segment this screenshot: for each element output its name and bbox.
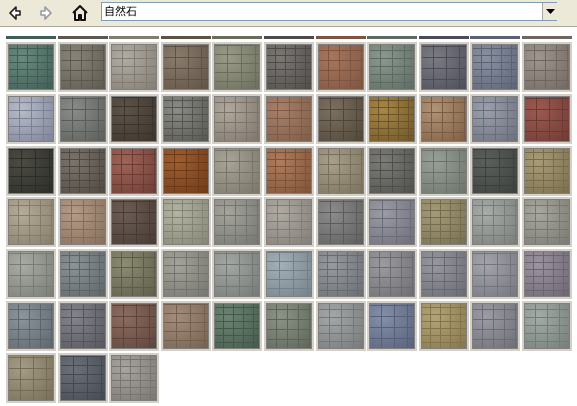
texture-thumbnail[interactable] xyxy=(367,301,417,351)
texture-thumbnail-partial[interactable] xyxy=(367,36,417,39)
texture-thumbnail[interactable] xyxy=(470,42,520,92)
texture-thumbnail[interactable] xyxy=(161,197,211,247)
texture-thumbnail-partial[interactable] xyxy=(58,36,108,39)
texture-thumbnail[interactable] xyxy=(6,301,56,351)
texture-thumbnail[interactable] xyxy=(6,197,56,247)
texture-thumbnail[interactable] xyxy=(58,42,108,92)
texture-thumbnail-partial[interactable] xyxy=(264,36,314,39)
texture-thumbnail[interactable] xyxy=(367,42,417,92)
texture-thumbnail[interactable] xyxy=(264,42,314,92)
texture-thumbnail[interactable] xyxy=(212,146,262,196)
texture-thumbnail[interactable] xyxy=(58,197,108,247)
texture-thumbnail[interactable] xyxy=(470,301,520,351)
texture-thumbnail[interactable] xyxy=(6,249,56,299)
texture-thumbnail[interactable] xyxy=(419,249,469,299)
texture-thumbnail[interactable] xyxy=(109,301,159,351)
texture-thumbnail[interactable] xyxy=(6,146,56,196)
texture-thumbnail[interactable] xyxy=(161,301,211,351)
texture-thumbnail[interactable] xyxy=(316,42,366,92)
texture-thumbnail[interactable] xyxy=(109,353,159,403)
texture-thumbnail[interactable] xyxy=(522,249,572,299)
browser-toolbar: 自然石 xyxy=(0,0,577,27)
texture-thumbnail[interactable] xyxy=(522,197,572,247)
texture-thumbnail[interactable] xyxy=(109,249,159,299)
texture-thumbnail[interactable] xyxy=(522,146,572,196)
texture-thumbnail[interactable] xyxy=(367,146,417,196)
back-button[interactable] xyxy=(3,2,25,24)
home-button[interactable] xyxy=(69,2,91,24)
texture-thumbnail[interactable] xyxy=(419,42,469,92)
texture-thumbnail[interactable] xyxy=(470,94,520,144)
texture-thumbnail[interactable] xyxy=(212,249,262,299)
texture-thumbnail[interactable] xyxy=(316,301,366,351)
texture-thumbnail[interactable] xyxy=(419,197,469,247)
texture-thumbnail[interactable] xyxy=(161,249,211,299)
texture-thumbnail[interactable] xyxy=(367,94,417,144)
texture-thumbnail[interactable] xyxy=(58,249,108,299)
forward-button[interactable] xyxy=(36,2,58,24)
texture-thumbnail[interactable] xyxy=(109,197,159,247)
texture-thumbnail[interactable] xyxy=(316,197,366,247)
texture-thumbnail[interactable] xyxy=(161,42,211,92)
chevron-down-icon xyxy=(545,8,555,14)
texture-thumbnail-partial[interactable] xyxy=(109,36,159,39)
texture-thumbnail[interactable] xyxy=(522,42,572,92)
address-field[interactable]: 自然石 xyxy=(101,2,557,21)
texture-thumbnail-partial[interactable] xyxy=(316,36,366,39)
texture-thumbnail-partial[interactable] xyxy=(161,36,211,39)
texture-thumbnail[interactable] xyxy=(6,42,56,92)
texture-thumbnail[interactable] xyxy=(367,249,417,299)
texture-thumbnail[interactable] xyxy=(419,94,469,144)
back-arrow-icon xyxy=(9,6,21,20)
texture-thumbnail[interactable] xyxy=(109,94,159,144)
texture-thumbnail[interactable] xyxy=(58,94,108,144)
texture-thumbnail[interactable] xyxy=(522,94,572,144)
texture-thumbnail[interactable] xyxy=(6,353,56,403)
texture-thumbnail[interactable] xyxy=(212,197,262,247)
texture-thumbnail[interactable] xyxy=(470,197,520,247)
texture-thumbnail[interactable] xyxy=(161,94,211,144)
texture-thumbnail[interactable] xyxy=(316,146,366,196)
texture-gallery xyxy=(0,36,577,406)
texture-thumbnail[interactable] xyxy=(316,94,366,144)
texture-thumbnail[interactable] xyxy=(316,249,366,299)
address-dropdown-button[interactable] xyxy=(542,3,557,20)
texture-thumbnail-partial[interactable] xyxy=(522,36,572,39)
home-icon xyxy=(72,5,88,21)
texture-thumbnail[interactable] xyxy=(58,353,108,403)
texture-thumbnail[interactable] xyxy=(264,301,314,351)
texture-thumbnail[interactable] xyxy=(212,301,262,351)
texture-thumbnail-partial[interactable] xyxy=(419,36,469,39)
texture-thumbnail[interactable] xyxy=(58,146,108,196)
texture-thumbnail[interactable] xyxy=(264,197,314,247)
texture-thumbnail[interactable] xyxy=(470,146,520,196)
texture-thumbnail[interactable] xyxy=(264,249,314,299)
texture-thumbnail[interactable] xyxy=(212,94,262,144)
texture-thumbnail[interactable] xyxy=(212,42,262,92)
texture-thumbnail[interactable] xyxy=(109,42,159,92)
texture-thumbnail[interactable] xyxy=(109,146,159,196)
texture-thumbnail[interactable] xyxy=(522,301,572,351)
texture-thumbnail[interactable] xyxy=(470,249,520,299)
texture-thumbnail-partial[interactable] xyxy=(470,36,520,39)
forward-arrow-icon xyxy=(40,6,52,20)
texture-thumbnail[interactable] xyxy=(58,301,108,351)
texture-thumbnail[interactable] xyxy=(264,94,314,144)
texture-thumbnail[interactable] xyxy=(419,146,469,196)
texture-thumbnail-partial[interactable] xyxy=(6,36,56,39)
texture-thumbnail[interactable] xyxy=(6,94,56,144)
texture-thumbnail-partial[interactable] xyxy=(212,36,262,39)
texture-thumbnail[interactable] xyxy=(419,301,469,351)
texture-thumbnail[interactable] xyxy=(367,197,417,247)
texture-thumbnail[interactable] xyxy=(264,146,314,196)
texture-thumbnail[interactable] xyxy=(161,146,211,196)
